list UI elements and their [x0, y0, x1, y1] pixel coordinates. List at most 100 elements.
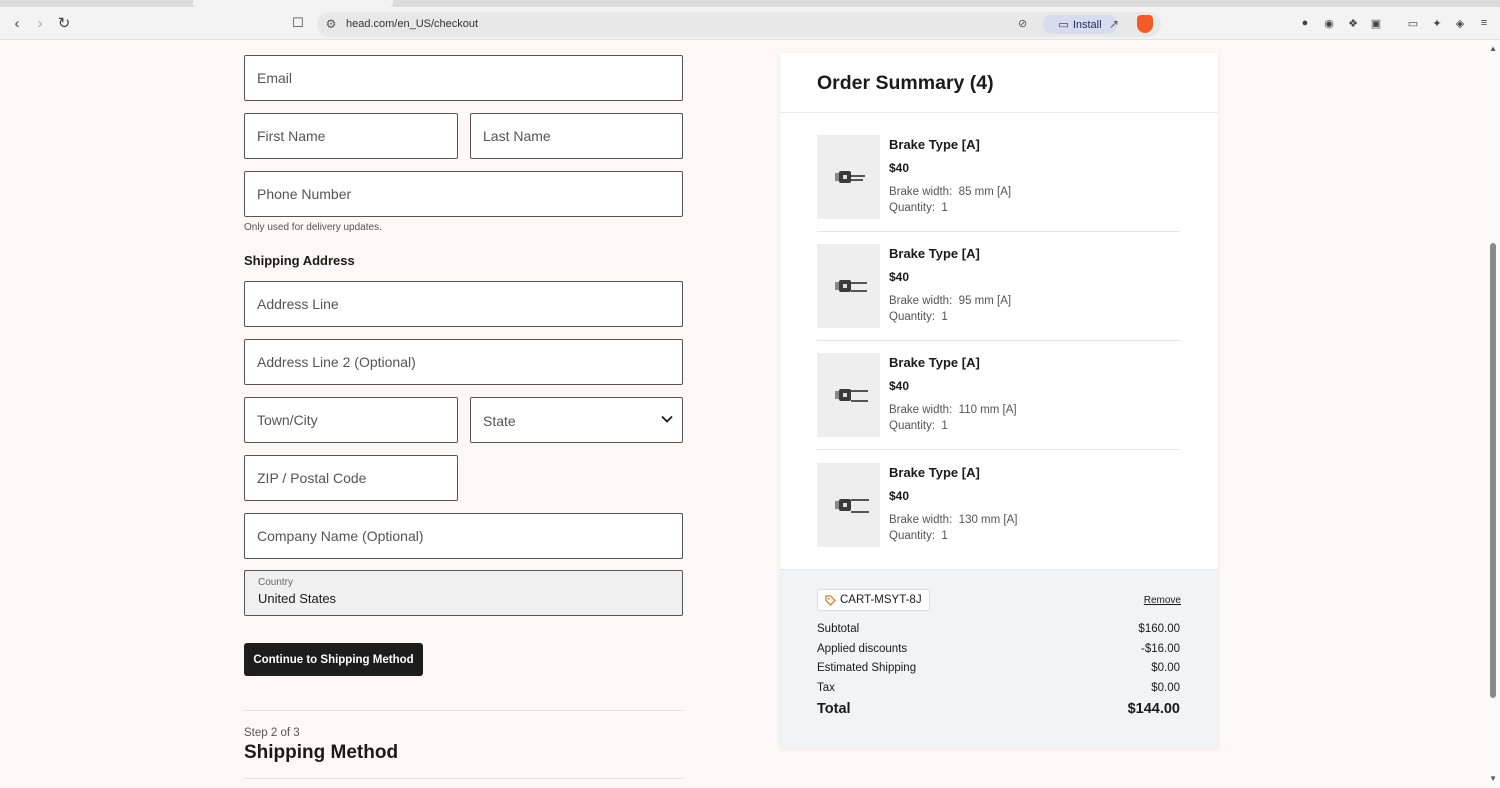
address-line-2-input[interactable]	[245, 340, 682, 384]
install-button[interactable]: ▭ Install	[1043, 15, 1117, 34]
first-name-input[interactable]	[245, 114, 457, 158]
share-icon[interactable]: ↗	[1109, 17, 1119, 31]
forward-icon[interactable]: ›	[31, 14, 49, 32]
email-input[interactable]	[245, 56, 682, 100]
subtotal-row: Subtotal $160.00	[817, 623, 1180, 635]
item-quantity-label: Quantity:	[889, 420, 936, 432]
discounts-value: -$16.00	[1140, 643, 1180, 655]
cart-item: Brake Type [A] $40 Brake width: 130 mm […	[817, 463, 1180, 572]
bookmark-icon[interactable]: ☐	[289, 14, 307, 32]
site-settings-icon[interactable]: ⚙	[323, 16, 339, 32]
phone-input[interactable]	[245, 172, 682, 216]
item-width-value: 110 mm [A]	[958, 404, 1017, 416]
brake-image-icon	[835, 499, 869, 513]
coupon-badge: CART-MSYT-8J	[817, 589, 930, 611]
city-input[interactable]	[245, 398, 457, 442]
phone-helper-text: Only used for delivery updates.	[244, 222, 382, 233]
item-divider	[817, 231, 1180, 232]
order-totals: CART-MSYT-8J Remove Subtotal $160.00 Appl…	[780, 569, 1218, 748]
cart-item: Brake Type [A] $40 Brake width: 95 mm [A…	[817, 244, 1180, 353]
last-name-input[interactable]	[471, 114, 682, 158]
last-name-field[interactable]	[470, 113, 683, 159]
install-label: Install	[1072, 18, 1102, 31]
scroll-up-icon[interactable]: ▲	[1489, 44, 1497, 53]
scrollbar-thumb[interactable]	[1490, 243, 1496, 698]
leo-ai-icon[interactable]: ✦	[1430, 16, 1444, 30]
item-divider	[817, 340, 1180, 341]
brake-image-icon	[835, 389, 868, 402]
address-line-input[interactable]	[245, 282, 682, 326]
item-width-label: Brake width:	[889, 514, 953, 526]
city-field[interactable]	[244, 397, 458, 443]
item-quantity: Quantity: 1	[889, 202, 948, 214]
email-field[interactable]	[244, 55, 683, 101]
item-quantity-label: Quantity:	[889, 202, 936, 214]
first-name-field[interactable]	[244, 113, 458, 159]
total-label: Total	[817, 701, 851, 717]
company-input[interactable]	[245, 514, 682, 558]
product-thumbnail[interactable]	[817, 353, 880, 437]
section-divider	[244, 710, 683, 711]
country-label: Country	[258, 577, 294, 588]
active-tab[interactable]	[193, 0, 393, 7]
brake-image-icon	[835, 280, 867, 292]
address-line-2-field[interactable]	[244, 339, 683, 385]
extension-icon-2[interactable]: ◉	[1322, 16, 1336, 30]
vpn-icon[interactable]: ◈	[1453, 16, 1467, 30]
item-name: Brake Type [A]	[889, 465, 980, 480]
remove-coupon-link[interactable]: Remove	[1144, 595, 1181, 606]
item-price: $40	[889, 379, 910, 393]
item-width: Brake width: 85 mm [A]	[889, 186, 1011, 198]
country-value: United States	[258, 591, 337, 606]
item-quantity: Quantity: 1	[889, 311, 948, 323]
section-divider	[244, 778, 683, 779]
item-name: Brake Type [A]	[889, 137, 980, 152]
zip-field[interactable]	[244, 455, 458, 501]
item-name: Brake Type [A]	[889, 355, 980, 370]
brake-image-icon	[835, 171, 865, 183]
address-bar[interactable]: ⚙ head.com/en_US/checkout ⊘ ▭ Install ↗	[317, 12, 1161, 37]
back-icon[interactable]: ‹	[8, 14, 26, 32]
wallet-icon[interactable]: ▭	[1406, 16, 1420, 30]
extensions-puzzle-icon[interactable]: ❖	[1346, 16, 1360, 30]
tax-value: $0.00	[1151, 682, 1180, 694]
tab-strip	[0, 0, 1500, 7]
subtotal-value: $160.00	[1138, 623, 1180, 635]
item-quantity-label: Quantity:	[889, 530, 936, 542]
order-summary-panel: Order Summary (4) Brake Type [A] $40 Bra…	[780, 53, 1218, 748]
item-quantity-value: 1	[941, 530, 948, 542]
item-width-value: 95 mm [A]	[958, 295, 1012, 307]
zip-input[interactable]	[245, 456, 457, 500]
country-field: Country United States	[244, 570, 683, 616]
company-field[interactable]	[244, 513, 683, 559]
extension-icon-1[interactable]: ●	[1298, 16, 1312, 30]
scroll-down-icon[interactable]: ▼	[1489, 774, 1497, 783]
item-price: $40	[889, 270, 910, 284]
product-thumbnail[interactable]	[817, 244, 880, 328]
cart-item: Brake Type [A] $40 Brake width: 110 mm […	[817, 353, 1180, 462]
tax-row: Tax $0.00	[817, 682, 1180, 694]
chevron-down-icon	[661, 415, 673, 423]
item-quantity-label: Quantity:	[889, 311, 936, 323]
shipping-value: $0.00	[1151, 662, 1180, 674]
reload-icon[interactable]: ↻	[55, 14, 73, 32]
item-quantity: Quantity: 1	[889, 530, 948, 542]
product-thumbnail[interactable]	[817, 463, 880, 547]
product-thumbnail[interactable]	[817, 135, 880, 219]
discounts-row: Applied discounts -$16.00	[817, 643, 1180, 655]
subtotal-label: Subtotal	[817, 623, 860, 635]
continue-to-shipping-button[interactable]: Continue to Shipping Method	[244, 643, 423, 676]
address-line-field[interactable]	[244, 281, 683, 327]
menu-icon[interactable]: ≡	[1477, 16, 1491, 30]
tracking-off-icon[interactable]: ⊘	[1018, 17, 1027, 30]
state-select[interactable]: State	[470, 397, 683, 443]
item-width-label: Brake width:	[889, 404, 953, 416]
brave-shields-icon[interactable]	[1137, 15, 1153, 33]
shipping-method-heading[interactable]: Shipping Method	[244, 742, 398, 764]
item-quantity-value: 1	[941, 202, 948, 214]
phone-field[interactable]	[244, 171, 683, 217]
sidebar-icon[interactable]: ▣	[1369, 16, 1383, 30]
url-text[interactable]: head.com/en_US/checkout	[346, 18, 478, 30]
item-price: $40	[889, 489, 910, 503]
tag-icon	[825, 594, 836, 606]
